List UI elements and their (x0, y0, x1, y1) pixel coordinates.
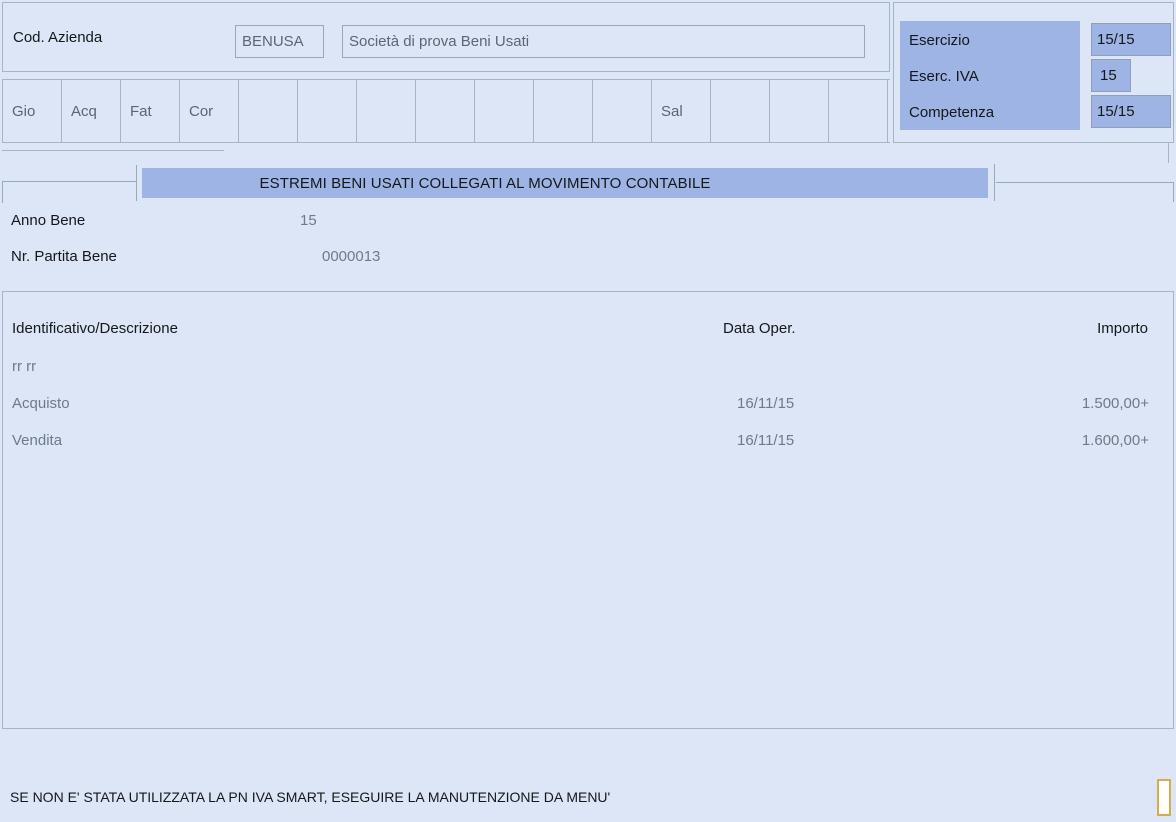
tabstrip-underline-right (996, 182, 1174, 183)
row-date: 16/11/15 (737, 395, 795, 412)
toolbar-cell-15[interactable] (829, 80, 888, 142)
tabstrip-stub-right (1168, 143, 1169, 163)
list-header-row: Identificativo/Descrizione Data Oper. Im… (3, 292, 1173, 340)
status-message: SE NON E' STATA UTILIZZATA LA PN IVA SMA… (10, 789, 611, 805)
company-name-input[interactable]: Società di prova Beni Usati (342, 25, 865, 58)
toolbar-cell-10[interactable] (534, 80, 593, 142)
toolbar-cell-acq[interactable]: Acq (62, 80, 121, 142)
tabstrip-underline-left (2, 181, 136, 182)
exercise-label-block: Esercizio Eserc. IVA Competenza (900, 21, 1080, 130)
column-header-amount: Importo (1097, 320, 1148, 337)
company-code-input[interactable]: BENUSA (235, 25, 324, 58)
vat-exercise-value-input[interactable]: 15 (1091, 59, 1131, 92)
column-header-date: Data Oper. (723, 320, 796, 337)
toolbar-cell-8[interactable] (416, 80, 475, 142)
anno-bene-value[interactable]: 15 (300, 212, 317, 229)
vat-exercise-label: Eserc. IVA (909, 68, 979, 85)
toolbar-cell-6[interactable] (298, 80, 357, 142)
toolbar-cell-14[interactable] (770, 80, 829, 142)
tabstrip-edge-left (2, 181, 3, 203)
tabstrip-notch-left (136, 165, 137, 201)
toolbar-cell-7[interactable] (357, 80, 416, 142)
toolbar-cell-fat[interactable]: Fat (121, 80, 180, 142)
exercise-panel: Esercizio Eserc. IVA Competenza 15/15 15… (893, 2, 1174, 143)
status-bar: SE NON E' STATA UTILIZZATA LA PN IVA SMA… (0, 775, 1176, 822)
toolbar-cell-9[interactable] (475, 80, 534, 142)
row-description: rr rr (12, 358, 37, 375)
row-description: Acquisto (12, 395, 70, 412)
company-header-panel: Cod. Azienda BENUSA Società di prova Ben… (2, 2, 890, 72)
beni-usati-list-panel: Identificativo/Descrizione Data Oper. Im… (2, 291, 1174, 729)
nr-partita-bene-value[interactable]: 0000013 (322, 248, 380, 265)
company-code-label: Cod. Azienda (13, 29, 103, 46)
tabstrip-divider-left (2, 150, 224, 151)
exercise-label: Esercizio (909, 32, 970, 49)
toolbar-cell-sal[interactable]: Sal (652, 80, 711, 142)
status-indicator-icon[interactable] (1157, 779, 1171, 816)
toolbar-cell-11[interactable] (593, 80, 652, 142)
section-title-text: ESTREMI BENI USATI COLLEGATI AL MOVIMENT… (259, 174, 711, 192)
row-amount: 1.500,00+ (1081, 395, 1149, 412)
row-date: 16/11/15 (737, 432, 795, 449)
toolbar-tab-grid: Gio Acq Fat Cor Sal (2, 79, 890, 143)
section-title-bar: ESTREMI BENI USATI COLLEGATI AL MOVIMENT… (142, 168, 988, 198)
competence-label: Competenza (909, 104, 995, 121)
toolbar-cell-5[interactable] (239, 80, 298, 142)
toolbar-cell-gio[interactable]: Gio (3, 80, 62, 142)
tabstrip-edge-right (1173, 182, 1174, 202)
column-header-description: Identificativo/Descrizione (12, 320, 178, 337)
toolbar-cell-cor[interactable]: Cor (180, 80, 239, 142)
table-row[interactable]: rr rr (3, 350, 1173, 387)
table-row[interactable]: Vendita 16/11/15 1.600,00+ (3, 424, 1173, 461)
table-row[interactable]: Acquisto 16/11/15 1.500,00+ (3, 387, 1173, 424)
row-amount: 1.600,00+ (1081, 432, 1149, 449)
tabstrip-notch-right (994, 164, 995, 201)
exercise-value-input[interactable]: 15/15 (1091, 23, 1171, 56)
toolbar-cell-13[interactable] (711, 80, 770, 142)
anno-bene-label: Anno Bene (11, 212, 86, 229)
competence-value-input[interactable]: 15/15 (1091, 95, 1171, 128)
nr-partita-bene-label: Nr. Partita Bene (11, 248, 117, 265)
row-description: Vendita (12, 432, 63, 449)
